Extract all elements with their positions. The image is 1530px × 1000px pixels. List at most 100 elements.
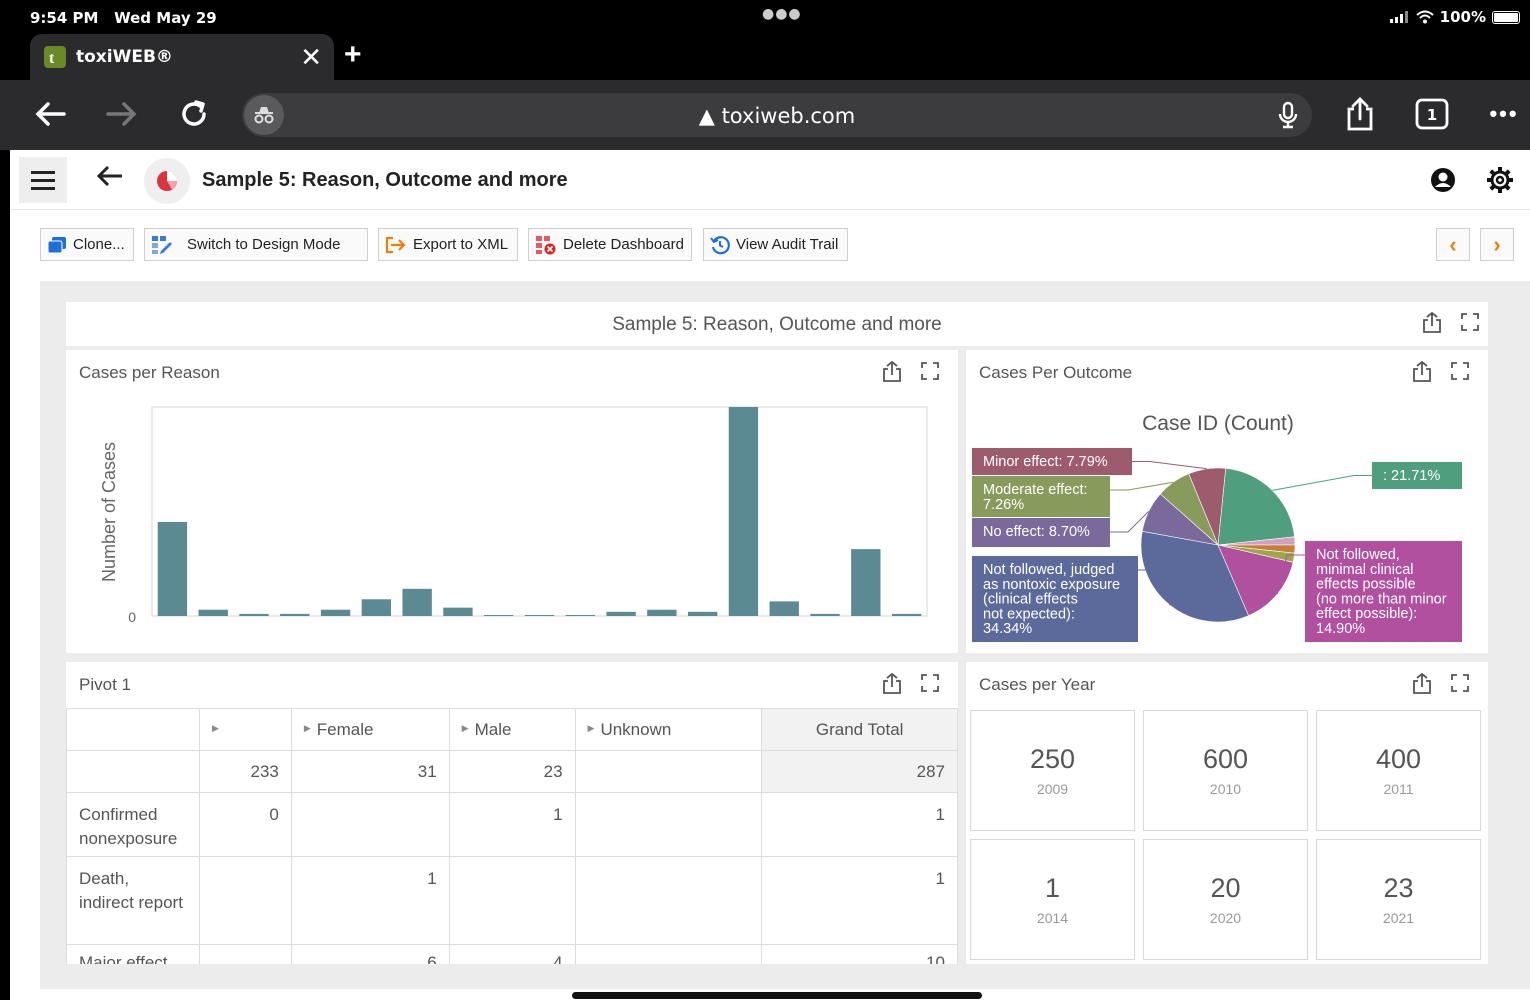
- microphone-icon[interactable]: [1278, 101, 1298, 129]
- kpi-tile[interactable]: 20 2020: [1143, 839, 1308, 960]
- kpi-tile[interactable]: 400 2011: [1316, 710, 1481, 831]
- bar[interactable]: [198, 609, 228, 616]
- table-cell: 1: [290, 856, 450, 945]
- pivot-column-header[interactable]: ▶ Female: [290, 708, 450, 751]
- expand-icon[interactable]: [920, 673, 940, 693]
- bar[interactable]: [157, 521, 188, 616]
- expand-icon[interactable]: [1460, 312, 1480, 332]
- bar[interactable]: [606, 611, 636, 616]
- settings-gear-icon[interactable]: [1486, 166, 1514, 194]
- pivot-column-header[interactable]: ▶: [198, 708, 292, 751]
- page-title: Sample 5: Reason, Outcome and more: [202, 169, 568, 191]
- reload-button[interactable]: [174, 94, 214, 134]
- kpi-value: 600: [1202, 744, 1249, 774]
- kpi-value: 23: [1383, 873, 1414, 903]
- delete-dashboard-button[interactable]: Delete Dashboard: [528, 228, 692, 261]
- table-row: Confirmed nonexposure 0 1 1: [66, 792, 958, 857]
- bar[interactable]: [361, 599, 392, 616]
- tab-close-icon[interactable]: ✕: [300, 42, 322, 73]
- widget-title: Pivot 1: [79, 675, 131, 694]
- widget-title: Cases per Year: [979, 675, 1096, 694]
- table-cell: 0: [198, 792, 292, 857]
- kpi-value: 250: [1029, 744, 1076, 774]
- bar[interactable]: [891, 613, 922, 616]
- bar[interactable]: [320, 609, 351, 616]
- bar[interactable]: [402, 588, 432, 616]
- chevron-right-icon: ›: [1493, 231, 1501, 257]
- status-right: 100%: [1389, 8, 1520, 26]
- pie-label: No effect: 8.70%: [983, 524, 1090, 540]
- expand-triangle-icon: ▶: [211, 722, 219, 733]
- new-tab-button[interactable]: +: [344, 38, 362, 72]
- table-cell: [448, 856, 576, 945]
- history-icon: [710, 235, 730, 254]
- hamburger-menu-icon[interactable]: [19, 157, 67, 203]
- dashboard-header-tools: [1422, 312, 1480, 334]
- clone-label: Clone...: [73, 236, 125, 253]
- clone-button[interactable]: Clone...: [40, 228, 134, 261]
- next-dashboard-button[interactable]: ›: [1480, 228, 1514, 261]
- kpi-label: 2021: [1382, 910, 1415, 926]
- pivot-table-container[interactable]: ▶ ▶ Female ▶ Male ▶ Unknown Grand Total 233…: [66, 708, 958, 964]
- url-bar[interactable]: ▲ toxiweb.com: [242, 93, 1312, 137]
- bar[interactable]: [728, 407, 759, 616]
- back-button[interactable]: [30, 94, 70, 134]
- table-cell: 23: [448, 750, 576, 793]
- share-button[interactable]: [1340, 94, 1380, 134]
- table-cell: 287: [761, 750, 958, 793]
- bar[interactable]: [851, 549, 881, 616]
- pivot-column-header[interactable]: ▶ Unknown: [574, 708, 763, 751]
- bar[interactable]: [647, 609, 677, 616]
- bar[interactable]: [524, 615, 555, 616]
- back-arrow-icon: [35, 102, 66, 126]
- forward-button[interactable]: [102, 94, 142, 134]
- kpi-label: 2014: [1036, 910, 1069, 926]
- bar[interactable]: [239, 613, 269, 616]
- dashboard-pie-icon: [144, 158, 190, 204]
- bar[interactable]: [769, 601, 799, 616]
- home-indicator[interactable]: [572, 992, 982, 999]
- user-account-icon[interactable]: [1430, 167, 1456, 193]
- bar[interactable]: [484, 615, 514, 616]
- pivot-grand-total-header: Grand Total: [761, 708, 958, 751]
- more-menu-icon[interactable]: •••: [1484, 94, 1524, 134]
- row-label: Major effect: [66, 944, 200, 964]
- view-audit-trail-button[interactable]: View Audit Trail: [703, 228, 848, 261]
- bar[interactable]: [443, 607, 473, 616]
- browser-tab[interactable]: t toxiWEB® ✕: [30, 34, 334, 80]
- dashboard-header: Sample 5: Reason, Outcome and more: [66, 302, 1488, 346]
- share-icon[interactable]: [1412, 673, 1432, 695]
- table-cell: 6: [290, 944, 450, 964]
- back-arrow-icon[interactable]: [96, 164, 124, 188]
- design-mode-label: Switch to Design Mode: [187, 236, 341, 253]
- tabs-count-button[interactable]: 1: [1412, 94, 1452, 134]
- chevron-left-icon: ‹: [1449, 231, 1457, 257]
- share-icon[interactable]: [882, 673, 902, 695]
- widget-cases-per-reason: Cases per Reason Number of Cases 0: [66, 350, 958, 653]
- share-icon: [1347, 97, 1373, 131]
- kpi-tile[interactable]: 23 2021: [1316, 839, 1481, 960]
- kpi-tile[interactable]: 250 2009: [970, 710, 1135, 831]
- bar[interactable]: [810, 613, 840, 616]
- kpi-label: 2009: [1036, 781, 1069, 797]
- bar[interactable]: [687, 611, 718, 616]
- wifi-icon: [1415, 10, 1434, 24]
- bar[interactable]: [565, 615, 595, 616]
- switch-design-mode-button[interactable]: Switch to Design Mode: [144, 228, 368, 261]
- leader-line: [1272, 475, 1372, 491]
- pivot-table: ▶ ▶ Female ▶ Male ▶ Unknown Grand Total 233…: [66, 708, 958, 964]
- widget-tools: [1412, 673, 1470, 695]
- export-xml-button[interactable]: Export to XML: [378, 228, 518, 261]
- share-icon[interactable]: [1422, 312, 1442, 334]
- expand-icon[interactable]: [1450, 673, 1470, 693]
- table-cell: [198, 856, 292, 945]
- pie-slice[interactable]: [1217, 468, 1295, 546]
- kpi-tile[interactable]: 600 2010: [1143, 710, 1308, 831]
- kpi-tile[interactable]: 1 2014: [970, 839, 1135, 960]
- widget-tools: [882, 673, 940, 695]
- pivot-column-header[interactable]: ▶ Male: [448, 708, 576, 751]
- previous-dashboard-button[interactable]: ‹: [1436, 228, 1470, 261]
- delete-dashboard-label: Delete Dashboard: [563, 236, 684, 253]
- multitask-dots[interactable]: ●●●: [762, 6, 802, 22]
- bar[interactable]: [280, 613, 310, 616]
